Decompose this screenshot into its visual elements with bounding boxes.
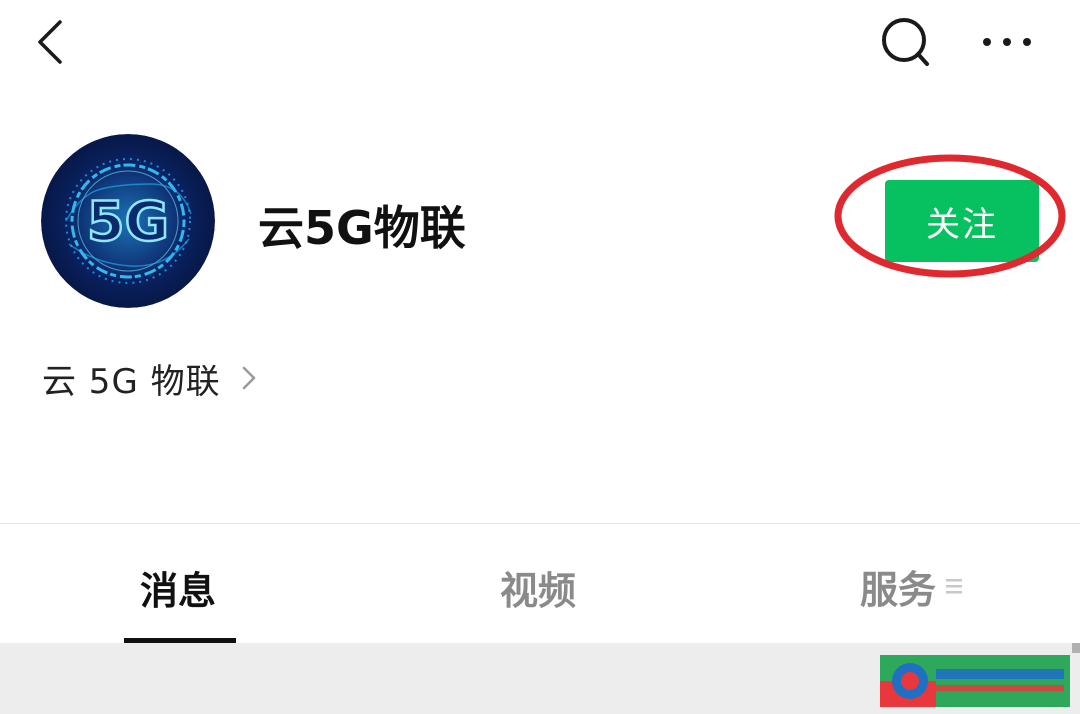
account-subject-label: 云 5G 物联: [42, 361, 221, 402]
watermark-logo: [880, 655, 1070, 707]
more-options-button[interactable]: [978, 22, 1038, 62]
search-icon: [882, 18, 929, 66]
avatar-logo-text: 5G: [87, 190, 169, 253]
section-divider: [0, 523, 1080, 524]
scrollbar[interactable]: [1072, 643, 1080, 653]
tab-services[interactable]: 服务: [860, 560, 963, 612]
avatar[interactable]: 5G: [41, 134, 215, 308]
back-button[interactable]: [30, 18, 74, 68]
account-subject-link[interactable]: 云 5G 物联: [42, 352, 257, 404]
menu-icon: [946, 579, 963, 594]
search-button[interactable]: [878, 17, 934, 69]
more-horizontal-icon: [983, 38, 1031, 46]
top-navigation-bar: [0, 0, 1080, 90]
tab-messages[interactable]: 消息: [140, 560, 216, 613]
account-name: 云5G物联: [258, 201, 466, 255]
follow-button[interactable]: 关注: [885, 180, 1039, 262]
chevron-left-icon: [38, 20, 62, 64]
tab-services-label: 服务: [860, 567, 937, 612]
tab-video[interactable]: 视频: [500, 560, 576, 613]
chevron-right-icon: [242, 366, 255, 390]
